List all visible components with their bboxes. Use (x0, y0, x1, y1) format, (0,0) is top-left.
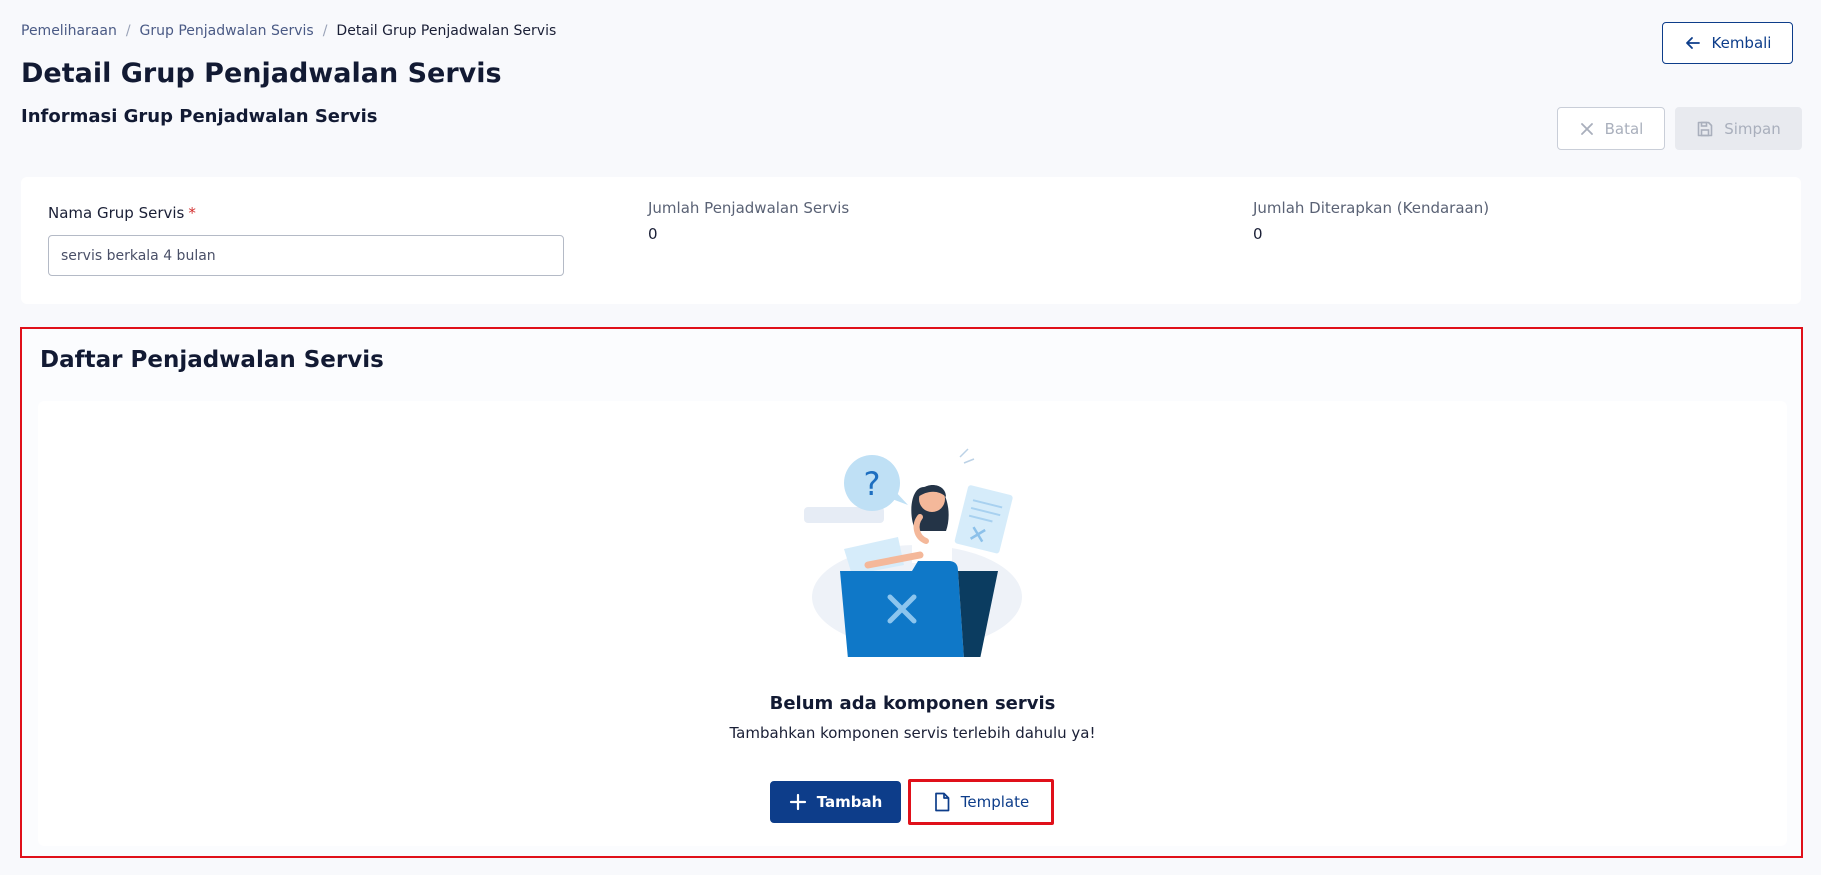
arrow-left-icon (1685, 37, 1700, 49)
breadcrumb-current: Detail Grup Penjadwalan Servis (336, 23, 557, 39)
add-button[interactable]: Tambah (770, 781, 901, 823)
template-button[interactable]: Template (908, 779, 1054, 825)
save-icon (1697, 121, 1713, 136)
empty-state-title: Belum ada komponen servis (769, 693, 1056, 714)
svg-text:?: ? (864, 465, 881, 503)
group-name-input[interactable] (48, 235, 564, 276)
template-button-content: Template (933, 792, 1029, 812)
save-button[interactable]: Simpan (1675, 107, 1802, 150)
schedule-count-label: Jumlah Penjadwalan Servis (648, 199, 850, 217)
breadcrumb-separator: / (322, 23, 328, 39)
cancel-button[interactable]: Batal (1557, 107, 1665, 150)
breadcrumb-link-maintenance[interactable]: Pemeliharaan (21, 23, 117, 39)
back-button-label: Kembali (1711, 34, 1772, 52)
group-name-label-text: Nama Grup Servis (48, 204, 185, 222)
applied-count-label: Jumlah Diterapkan (Kendaraan) (1253, 199, 1490, 217)
empty-state-description: Tambahkan komponen servis terlebih dahul… (729, 724, 1096, 742)
close-icon (1580, 122, 1593, 135)
empty-folder-illustration: ? (804, 448, 1022, 657)
page-title: Detail Grup Penjadwalan Servis (21, 58, 502, 89)
breadcrumb-link-service-group[interactable]: Grup Penjadwalan Servis (140, 23, 314, 39)
file-icon (934, 792, 950, 812)
group-name-label: Nama Grup Servis * (48, 204, 196, 222)
applied-count-value: 0 (1253, 225, 1263, 243)
list-title: Daftar Penjadwalan Servis (40, 347, 384, 373)
add-button-label: Tambah (816, 793, 883, 811)
required-mark: * (188, 204, 196, 222)
breadcrumb-separator: / (125, 23, 131, 39)
save-button-label: Simpan (1724, 119, 1781, 138)
template-button-label: Template (960, 793, 1030, 811)
back-button[interactable]: Kembali (1662, 22, 1793, 64)
breadcrumb: Pemeliharaan / Grup Penjadwalan Servis /… (21, 23, 556, 39)
section-subtitle: Informasi Grup Penjadwalan Servis (21, 106, 378, 127)
plus-icon (789, 793, 806, 811)
group-info-card: Nama Grup Servis* Jumlah Penjadwalan Ser… (21, 177, 1801, 304)
schedule-count-value: 0 (648, 225, 658, 243)
cancel-button-label: Batal (1604, 119, 1644, 138)
